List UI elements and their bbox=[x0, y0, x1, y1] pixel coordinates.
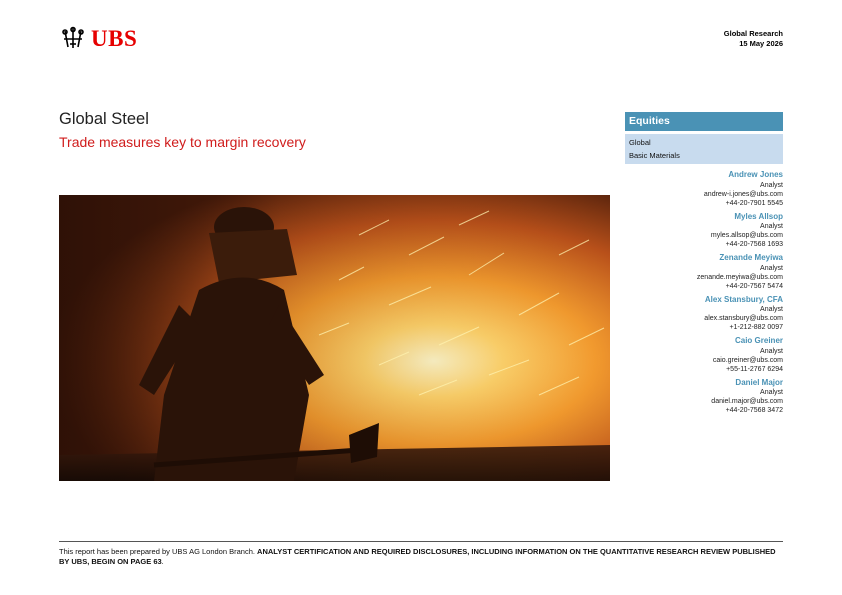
report-subtitle: Trade measures key to margin recovery bbox=[59, 134, 306, 150]
analyst-name: Zenande Meyiwa bbox=[719, 253, 783, 262]
analyst-phone: +44-20-7567 5474 bbox=[725, 282, 783, 290]
coverage-sector: Basic Materials bbox=[629, 150, 680, 160]
analyst-phone: +44-20-7568 1693 bbox=[725, 241, 783, 248]
analyst-card: Caio Greiner Analyst caio.greiner@ubs.co… bbox=[625, 336, 783, 374]
analyst-name: Andrew Jones bbox=[728, 170, 783, 179]
analyst-email[interactable]: andrew-i.jones@ubs.com bbox=[625, 190, 783, 199]
brand-name: UBS bbox=[91, 25, 138, 51]
report-title: Global Steel bbox=[59, 110, 149, 128]
analyst-name: Myles Allsop bbox=[734, 211, 783, 221]
analyst-email[interactable]: zenande.meyiwa@ubs.com bbox=[625, 273, 783, 282]
coverage-region: Global bbox=[629, 138, 651, 147]
analyst-email[interactable]: myles.allsop@ubs.com bbox=[625, 231, 783, 240]
analyst-role: Analyst bbox=[760, 389, 783, 396]
analyst-name: Daniel Major bbox=[735, 377, 783, 387]
disclosure-footer: This report has been prepared by UBS AG … bbox=[59, 541, 783, 566]
analyst-name: Alex Stansbury, CFA bbox=[704, 294, 783, 304]
analyst-card: Alex Stansbury, CFA Analyst alex.stansbu… bbox=[625, 295, 783, 333]
analyst-phone: +44-20-7568 3472 bbox=[725, 407, 783, 414]
footer-prefix: This report has been prepared by UBS AG … bbox=[59, 547, 258, 556]
analyst-email[interactable]: alex.stansbury@ubs.com bbox=[625, 314, 783, 323]
analyst-card: Zenande Meyiwa Analyst zenande.meyiwa@ub… bbox=[625, 253, 783, 291]
analyst-name: Caio Greiner bbox=[734, 336, 783, 345]
category-header: Equities bbox=[625, 112, 783, 131]
sidebar: Equities Global Basic Materials Andrew J… bbox=[625, 112, 783, 419]
analyst-card: Myles Allsop Analyst myles.allsop@ubs.co… bbox=[625, 212, 783, 250]
analyst-role: Analyst bbox=[760, 264, 783, 272]
ubs-logo: UBS bbox=[59, 26, 137, 50]
analyst-role: Analyst bbox=[760, 181, 783, 189]
research-section: Global Research bbox=[723, 29, 783, 38]
report-date: 15 May 2026 bbox=[739, 39, 783, 48]
analyst-phone: +44-20-7901 5545 bbox=[725, 199, 783, 207]
coverage-box: Global Basic Materials bbox=[625, 134, 783, 164]
hero-photo bbox=[59, 195, 610, 481]
analyst-card: Daniel Major Analyst daniel.major@ubs.co… bbox=[625, 378, 783, 416]
analyst-email[interactable]: caio.greiner@ubs.com bbox=[625, 356, 783, 365]
three-keys-icon bbox=[62, 26, 84, 48]
steelworker-photo bbox=[59, 195, 610, 481]
analyst-card: Andrew Jones Analyst andrew-i.jones@ubs.… bbox=[625, 170, 783, 208]
analyst-role: Analyst bbox=[760, 347, 783, 355]
footer-suffix: . bbox=[161, 556, 164, 566]
analyst-role: Analyst bbox=[760, 223, 783, 230]
analyst-email[interactable]: daniel.major@ubs.com bbox=[625, 397, 783, 406]
analyst-role: Analyst bbox=[760, 306, 783, 313]
analyst-list: Andrew Jones Analyst andrew-i.jones@ubs.… bbox=[625, 170, 783, 415]
analyst-phone: +1-212-882 0097 bbox=[729, 324, 783, 331]
report-meta: Global Research 15 May 2026 bbox=[724, 29, 783, 49]
analyst-phone: +55-11-2767 6294 bbox=[726, 365, 783, 373]
